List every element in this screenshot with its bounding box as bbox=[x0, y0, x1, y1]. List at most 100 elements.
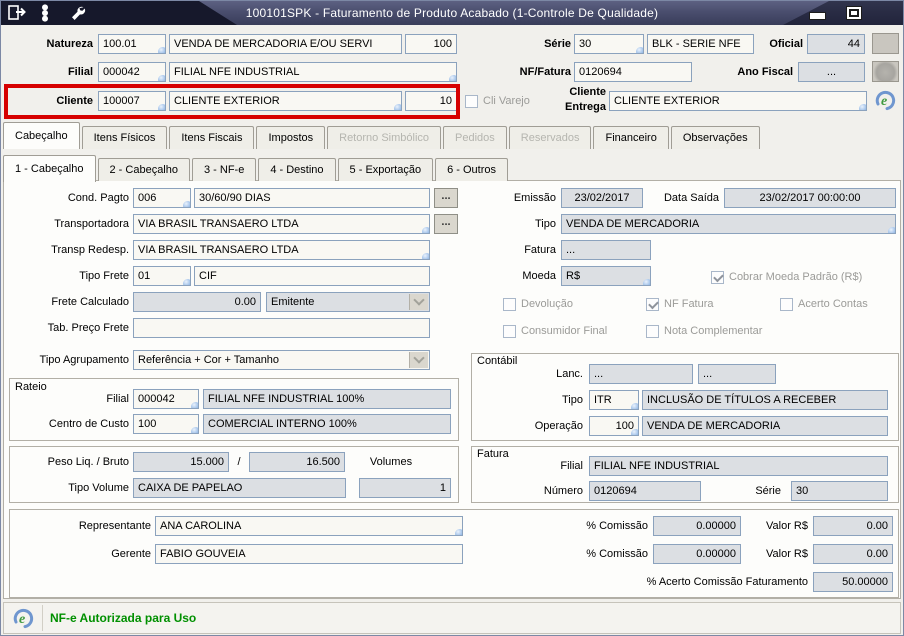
cond-pagto-label: Cond. Pagto bbox=[67, 192, 129, 204]
gerente-label: Gerente bbox=[111, 548, 151, 560]
lanc-field-2: ... bbox=[698, 364, 776, 384]
cliente-code-field[interactable]: 100007 bbox=[98, 91, 166, 111]
fatura-filial-field: FILIAL NFE INDUSTRIAL bbox=[589, 456, 888, 476]
cliente-desc-field[interactable]: CLIENTE EXTERIOR bbox=[169, 91, 402, 111]
rateio-filial-label: Filial bbox=[106, 393, 129, 405]
lanc-field-1: ... bbox=[589, 364, 693, 384]
nota-complementar-checkbox: Nota Complementar bbox=[646, 323, 762, 339]
checkbox-box bbox=[503, 297, 516, 311]
frete-calculado-label: Frete Calculado bbox=[51, 296, 129, 308]
moeda-field: R$ bbox=[561, 266, 651, 286]
centro-custo-desc-field: COMERCIAL INTERNO 100% bbox=[203, 414, 451, 434]
nf-fatura-label: NF/Fatura bbox=[519, 66, 571, 78]
representante-label: Representante bbox=[78, 520, 151, 532]
nf-fatura-field[interactable]: 0120694 bbox=[574, 62, 692, 82]
fatura-label: Fatura bbox=[524, 244, 556, 256]
transp-redesp-field[interactable]: VIA BRASIL TRANSAERO LTDA bbox=[133, 240, 430, 260]
representante-valor-field: 0.00 bbox=[813, 516, 893, 536]
subtab-6-outros[interactable]: 6 - Outros bbox=[435, 158, 508, 181]
tipo-volume-label: Tipo Volume bbox=[68, 482, 129, 494]
nfe-icon-button[interactable]: e bbox=[873, 88, 899, 112]
tab-preco-frete-field[interactable] bbox=[133, 318, 430, 338]
tab-impostos[interactable]: Impostos bbox=[256, 126, 326, 149]
ano-fiscal-field: ... bbox=[798, 62, 865, 82]
checkbox-box bbox=[780, 297, 793, 311]
svg-text:e: e bbox=[881, 94, 887, 109]
filial-desc-field[interactable]: FILIAL NFE INDUSTRIAL bbox=[169, 62, 457, 82]
tipo-label: Tipo bbox=[535, 218, 556, 230]
contabil-tipo-code-field[interactable]: ITR bbox=[589, 390, 639, 410]
transportadora-field[interactable]: VIA BRASIL TRANSAERO LTDA bbox=[133, 214, 430, 234]
peso-liquido-field: 15.000 bbox=[133, 452, 229, 472]
cond-pagto-desc-field[interactable]: 30/60/90 DIAS bbox=[194, 188, 430, 208]
fatura-filial-label: Filial bbox=[560, 460, 583, 472]
natureza-desc-field[interactable]: VENDA DE MERCADORIA E/OU SERVI bbox=[169, 34, 402, 54]
devolucao-checkbox: Devolução bbox=[503, 296, 573, 312]
gerente-valor-field: 0.00 bbox=[813, 544, 893, 564]
gerente-valor-label: Valor R$ bbox=[766, 548, 808, 560]
checkbox-box bbox=[646, 324, 659, 338]
representante-field[interactable]: ANA CAROLINA bbox=[155, 516, 463, 536]
minimize-button[interactable] bbox=[809, 12, 826, 20]
consumidor-final-label: Consumidor Final bbox=[521, 325, 608, 337]
lanc-label: Lanc. bbox=[556, 368, 583, 380]
tab-itens-fisicos[interactable]: Itens Físicos bbox=[81, 126, 168, 149]
maximize-button[interactable] bbox=[846, 6, 862, 20]
tab-cabecalho[interactable]: Cabeçalho bbox=[3, 122, 80, 149]
tipo-frete-code-field[interactable]: 01 bbox=[133, 266, 191, 286]
subtab-3-nfe[interactable]: 3 - NF-e bbox=[192, 158, 257, 181]
nfe-status-icon: e bbox=[11, 606, 37, 633]
tipo-frete-desc-field[interactable]: CIF bbox=[194, 266, 430, 286]
window-title: 100101SPK - Faturamento de Produto Acaba… bbox=[245, 6, 659, 20]
status-message: NF-e Autorizada para Uso bbox=[50, 611, 197, 625]
subtab-2-cabecalho[interactable]: 2 - Cabeçalho bbox=[97, 158, 190, 181]
titlebar[interactable]: 100101SPK - Faturamento de Produto Acaba… bbox=[1, 1, 903, 25]
transportadora-label: Transportadora bbox=[54, 218, 129, 230]
operacao-code-field[interactable]: 100 bbox=[589, 416, 639, 436]
transportadora-more-button[interactable]: ... bbox=[434, 214, 458, 234]
export-report-icon[interactable] bbox=[7, 4, 27, 22]
wrench-icon[interactable] bbox=[69, 4, 89, 22]
tab-itens-fiscais[interactable]: Itens Fiscais bbox=[169, 126, 255, 149]
cond-pagto-more-button[interactable]: ... bbox=[434, 188, 458, 208]
representante-valor-label: Valor R$ bbox=[766, 520, 808, 532]
fatura-numero-field: 0120694 bbox=[589, 481, 701, 501]
subtab-1-cabecalho[interactable]: 1 - Cabeçalho bbox=[3, 155, 96, 182]
subtab-5-exportacao[interactable]: 5 - Exportação bbox=[337, 158, 434, 181]
consumidor-final-checkbox: Consumidor Final bbox=[503, 323, 607, 339]
tipo-agrupamento-dropdown: Referência + Cor + Tamanho bbox=[133, 350, 430, 370]
traffic-light-icon[interactable] bbox=[37, 4, 57, 22]
serie-desc-field[interactable]: BLK - SERIE NFE bbox=[647, 34, 754, 54]
peso-bruto-field: 16.500 bbox=[249, 452, 345, 472]
cond-pagto-code-field[interactable]: 006 bbox=[133, 188, 191, 208]
tab-financeiro[interactable]: Financeiro bbox=[593, 126, 669, 149]
cliente-entrega-field[interactable]: CLIENTE EXTERIOR bbox=[609, 91, 867, 111]
natureza-tipo-field[interactable]: 100 bbox=[405, 34, 457, 54]
filial-code-field[interactable]: 000042 bbox=[98, 62, 166, 82]
frete-origem-value: Emitente bbox=[271, 296, 315, 308]
status-bar: e NF-e Autorizada para Uso bbox=[3, 602, 901, 634]
acerto-comissao-label: % Acerto Comissão Faturamento bbox=[646, 576, 808, 588]
rateio-filial-code-field[interactable]: 000042 bbox=[133, 389, 199, 409]
volumes-qtd-field: 1 bbox=[359, 478, 451, 498]
subtab-4-destino[interactable]: 4 - Destino bbox=[258, 158, 336, 181]
filial-label: Filial bbox=[67, 66, 93, 78]
tab-reservados: Reservados bbox=[508, 126, 592, 149]
gerente-field[interactable]: FABIO GOUVEIA bbox=[155, 544, 463, 564]
rateio-filial-desc-field: FILIAL NFE INDUSTRIAL 100% bbox=[203, 389, 451, 409]
cliente-loja-field[interactable]: 10 bbox=[405, 91, 457, 111]
centro-custo-code-field[interactable]: 100 bbox=[133, 414, 199, 434]
tab-observacoes[interactable]: Observações bbox=[670, 126, 760, 149]
fatura-numero-label: Número bbox=[543, 485, 583, 497]
gerente-pct-label: % Comissão bbox=[586, 548, 648, 560]
cliente-label: Cliente bbox=[56, 95, 93, 107]
serie-code-field[interactable]: 30 bbox=[574, 34, 644, 54]
blank-button[interactable] bbox=[872, 33, 899, 54]
natureza-label: Natureza bbox=[46, 38, 93, 50]
emissao-field: 23/02/2017 bbox=[561, 188, 643, 208]
tab-pedidos: Pedidos bbox=[443, 126, 507, 149]
disabled-nfe-button bbox=[872, 61, 899, 82]
natureza-code-field[interactable]: 100.01 bbox=[98, 34, 166, 54]
moeda-label: Moeda bbox=[522, 270, 556, 282]
chevron-down-icon bbox=[409, 294, 428, 310]
